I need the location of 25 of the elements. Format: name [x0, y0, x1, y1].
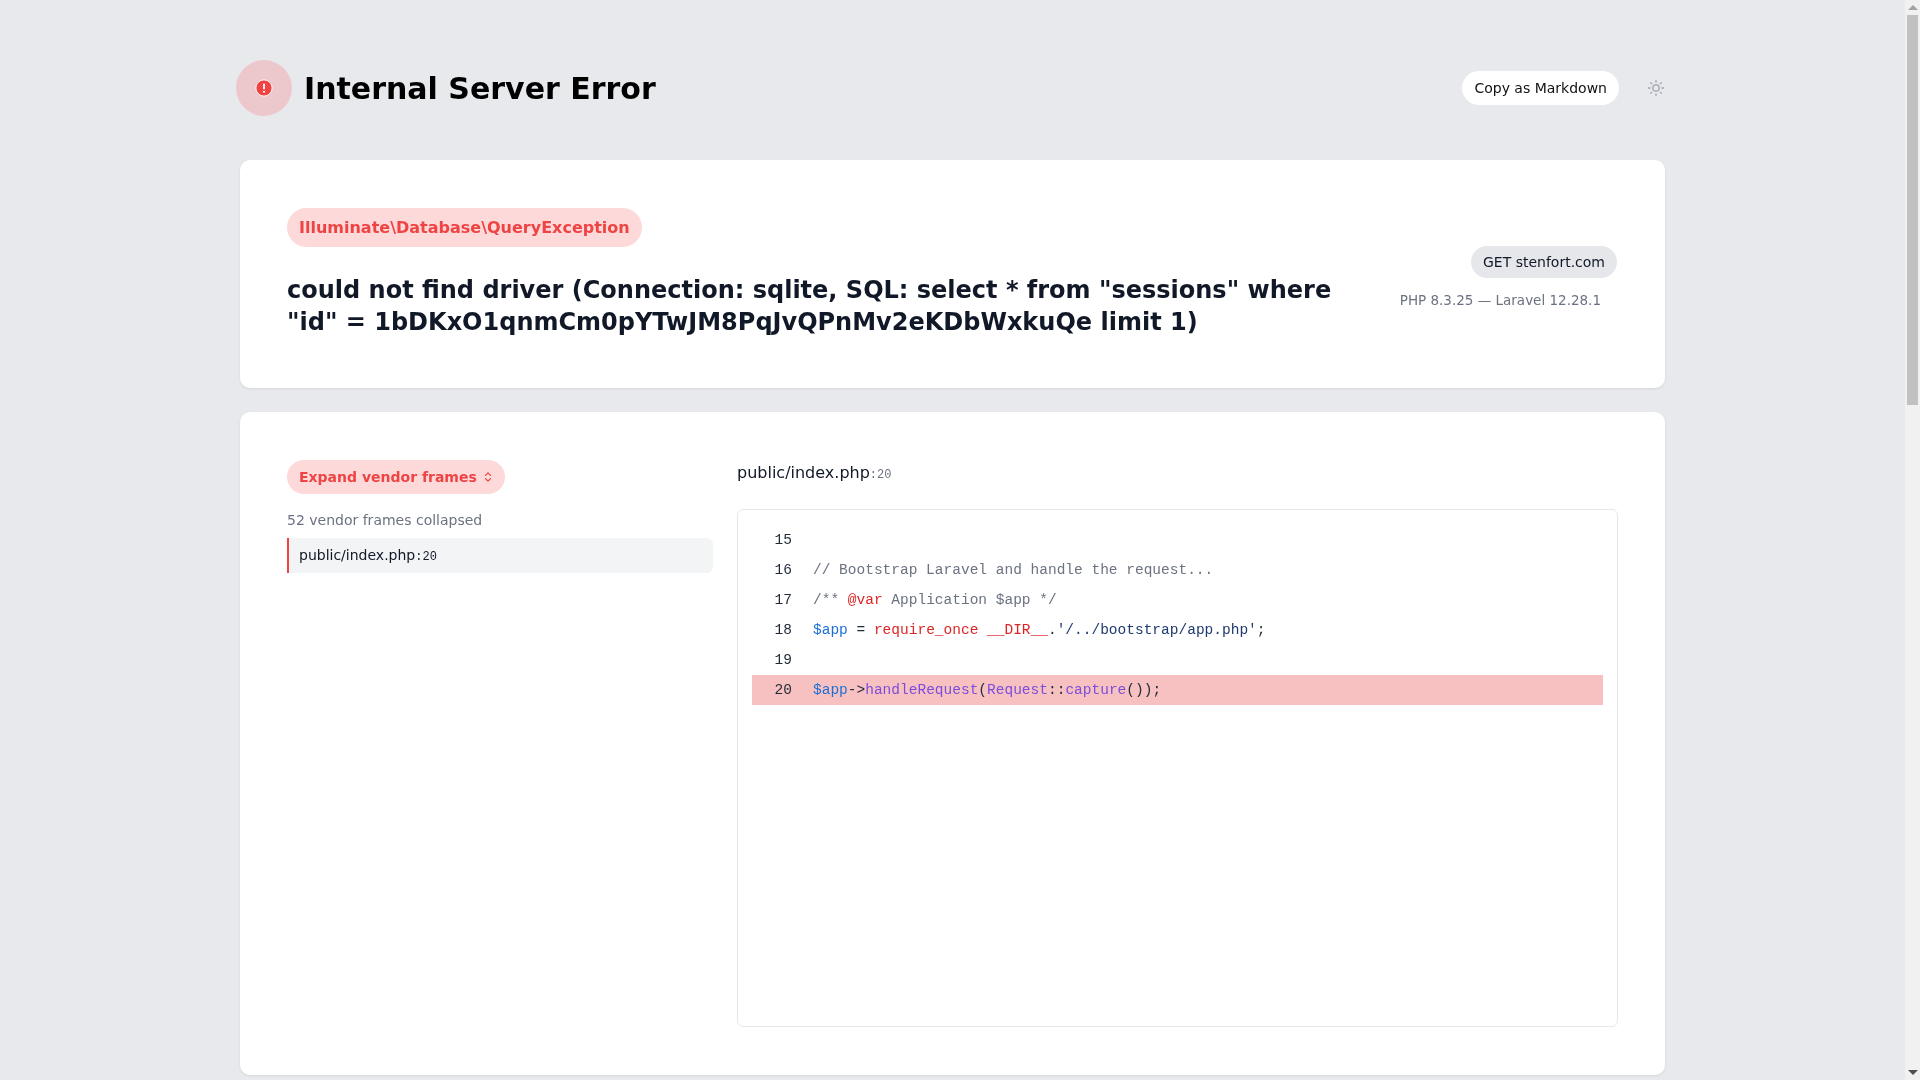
code-file-path: public/index.php:20 — [737, 463, 893, 482]
code-line: /** @var Application $app */ — [813, 592, 1057, 608]
code-line: // Bootstrap Laravel and handle the request... — [813, 562, 1214, 578]
chevron-up-down-icon — [482, 470, 493, 484]
line-number: 19 — [773, 652, 792, 668]
scroll-down-icon[interactable] — [1907, 1070, 1918, 1075]
theme-toggle-icon[interactable] — [1647, 79, 1665, 97]
error-icon — [236, 60, 292, 116]
collapsed-frames-note: 52 vendor frames collapsed — [287, 512, 483, 528]
exception-class-badge: Illuminate\Database\QueryException — [287, 208, 642, 247]
code-line: $app = require_once __DIR__.'/../bootstrap/app.php'; — [813, 622, 1266, 638]
request-badge: GET stenfort.com — [1470, 246, 1617, 278]
error-message: could not find driver (Connection: sqlite, SQL: select * from "sessions" where "id" = 1bDKxO1qnmCm0pYTwJM8PqJvQPnMv2eKDbWxkuQe limit 1) — [287, 275, 1333, 338]
scrollbar-thumb[interactable] — [1907, 15, 1918, 405]
code-line: $app->handleRequest(Request::capture()); — [813, 682, 1162, 698]
line-number: 15 — [773, 532, 792, 548]
line-number: 20 — [773, 682, 792, 698]
scroll-up-icon[interactable] — [1907, 5, 1918, 10]
scrollbar[interactable] — [1905, 0, 1920, 1080]
copy-as-markdown-button[interactable]: Copy as Markdown — [1462, 71, 1619, 105]
line-number: 16 — [773, 562, 792, 578]
line-number: 18 — [773, 622, 792, 638]
version-info: PHP 8.3.25 — Laravel 12.28.1 — [1399, 292, 1602, 308]
page-title: Internal Server Error — [304, 70, 656, 106]
line-number: 17 — [773, 592, 792, 608]
